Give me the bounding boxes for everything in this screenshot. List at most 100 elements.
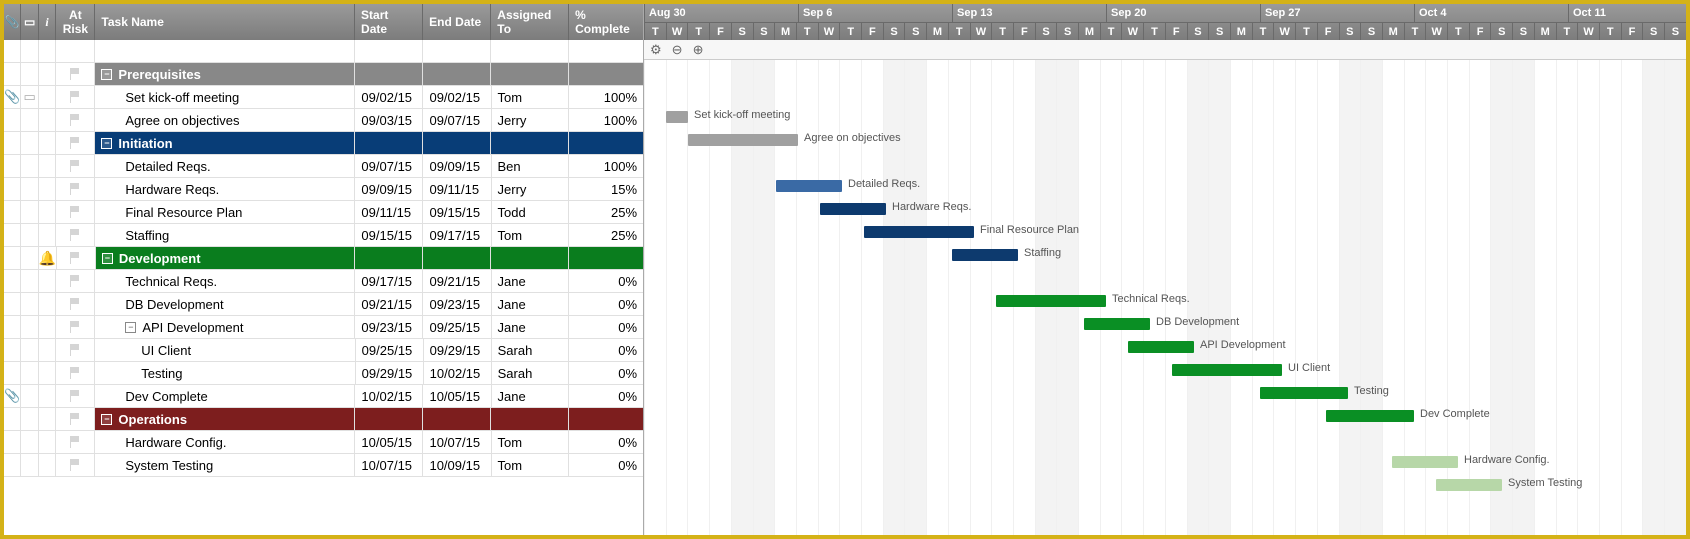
task-name-cell[interactable]: −Operations <box>95 408 355 430</box>
comment-cell[interactable] <box>21 408 38 430</box>
task-name-cell[interactable]: −Development <box>96 247 355 269</box>
assigned-cell[interactable] <box>491 63 569 85</box>
gantt-bar[interactable]: Testing <box>1260 387 1348 399</box>
start-date-cell[interactable]: 09/02/15 <box>355 86 423 108</box>
comment-cell[interactable] <box>21 109 38 131</box>
task-name-cell[interactable]: Agree on objectives <box>95 109 355 131</box>
attach-cell[interactable]: 📎 <box>4 86 21 108</box>
gantt-bar[interactable]: Agree on objectives <box>688 134 798 146</box>
start-date-cell[interactable]: 09/07/15 <box>355 155 423 177</box>
atrisk-cell[interactable] <box>56 293 95 315</box>
info-cell[interactable] <box>39 362 56 384</box>
assigned-cell[interactable]: Jerry <box>492 109 570 131</box>
table-row[interactable]: Testing09/29/1510/02/15Sarah0% <box>4 362 643 385</box>
attach-cell[interactable] <box>4 293 21 315</box>
info-cell[interactable] <box>39 270 56 292</box>
end-date-cell[interactable]: 09/25/15 <box>423 316 491 338</box>
comment-cell[interactable] <box>21 40 38 62</box>
table-row[interactable]: Final Resource Plan09/11/1509/15/15Todd2… <box>4 201 643 224</box>
start-date-cell[interactable]: 09/15/15 <box>355 224 423 246</box>
col-info-icon[interactable]: i <box>39 4 56 40</box>
assigned-cell[interactable] <box>491 40 569 62</box>
table-row[interactable]: Agree on objectives09/03/1509/07/15Jerry… <box>4 109 643 132</box>
task-name-cell[interactable]: Technical Reqs. <box>95 270 355 292</box>
attach-cell[interactable]: 📎 <box>4 385 21 407</box>
comment-cell[interactable] <box>21 270 38 292</box>
atrisk-cell[interactable] <box>56 63 95 85</box>
info-cell[interactable] <box>39 86 56 108</box>
gantt-bar[interactable]: Technical Reqs. <box>996 295 1106 307</box>
table-row[interactable]: System Testing10/07/1510/09/15Tom0% <box>4 454 643 477</box>
col-end-date[interactable]: End Date <box>423 4 491 40</box>
comment-cell[interactable] <box>21 201 38 223</box>
collapse-icon[interactable]: − <box>102 253 113 264</box>
end-date-cell[interactable]: 09/09/15 <box>423 155 491 177</box>
zoom-in-icon[interactable]: ⊕ <box>693 42 704 58</box>
table-row[interactable]: Technical Reqs.09/17/1509/21/15Jane0% <box>4 270 643 293</box>
task-name-cell[interactable]: System Testing <box>95 454 355 476</box>
attach-cell[interactable] <box>4 63 21 85</box>
task-name-cell[interactable]: Final Resource Plan <box>95 201 355 223</box>
end-date-cell[interactable]: 09/29/15 <box>424 339 492 361</box>
comment-cell[interactable]: ▭ <box>21 86 38 108</box>
atrisk-cell[interactable] <box>57 247 96 269</box>
collapse-icon[interactable]: − <box>125 322 136 333</box>
info-cell[interactable]: 🔔 <box>39 247 57 269</box>
col-comment-icon[interactable]: ▭ <box>21 4 38 40</box>
attach-cell[interactable] <box>4 454 21 476</box>
table-row[interactable]: 📎▭Set kick-off meeting09/02/1509/02/15To… <box>4 86 643 109</box>
atrisk-cell[interactable] <box>56 270 95 292</box>
assigned-cell[interactable]: Sarah <box>492 339 570 361</box>
end-date-cell[interactable]: 09/15/15 <box>423 201 491 223</box>
atrisk-cell[interactable] <box>56 454 95 476</box>
col-assigned-to[interactable]: Assigned To <box>491 4 569 40</box>
table-row[interactable]: −API Development09/23/1509/25/15Jane0% <box>4 316 643 339</box>
atrisk-cell[interactable] <box>56 385 95 407</box>
task-name-cell[interactable]: UI Client <box>95 339 355 361</box>
pct-cell[interactable]: 0% <box>569 385 643 407</box>
comment-cell[interactable] <box>21 224 38 246</box>
col-atrisk[interactable]: At Risk <box>56 4 95 40</box>
assigned-cell[interactable]: Todd <box>492 201 570 223</box>
assigned-cell[interactable]: Jane <box>492 316 570 338</box>
atrisk-cell[interactable] <box>56 431 95 453</box>
start-date-cell[interactable]: 09/11/15 <box>355 201 423 223</box>
pct-cell[interactable]: 25% <box>569 224 643 246</box>
gantt-bar[interactable]: API Development <box>1128 341 1194 353</box>
assigned-cell[interactable] <box>491 247 569 269</box>
comment-cell[interactable] <box>21 362 38 384</box>
gantt-bar[interactable]: Detailed Reqs. <box>776 180 842 192</box>
comment-cell[interactable] <box>21 385 38 407</box>
comment-cell[interactable] <box>21 431 38 453</box>
gantt-bar[interactable]: Set kick-off meeting <box>666 111 688 123</box>
assigned-cell[interactable]: Jane <box>492 270 570 292</box>
pct-cell[interactable] <box>569 247 643 269</box>
info-cell[interactable] <box>39 132 56 154</box>
start-date-cell[interactable] <box>355 132 423 154</box>
atrisk-cell[interactable] <box>56 224 95 246</box>
pct-cell[interactable]: 100% <box>569 109 643 131</box>
pct-cell[interactable]: 0% <box>569 316 643 338</box>
pct-cell[interactable] <box>569 40 643 62</box>
collapse-icon[interactable]: − <box>101 69 112 80</box>
info-cell[interactable] <box>39 385 56 407</box>
attach-cell[interactable] <box>4 178 21 200</box>
attach-cell[interactable] <box>4 109 21 131</box>
gantt-bar[interactable]: Hardware Reqs. <box>820 203 886 215</box>
atrisk-cell[interactable] <box>56 362 95 384</box>
gantt-bar[interactable]: UI Client <box>1172 364 1282 376</box>
pct-cell[interactable] <box>569 63 643 85</box>
table-row[interactable]: 📎Dev Complete10/02/1510/05/15Jane0% <box>4 385 643 408</box>
assigned-cell[interactable]: Jerry <box>492 178 570 200</box>
info-cell[interactable] <box>39 155 56 177</box>
task-name-cell[interactable]: −Prerequisites <box>95 63 355 85</box>
task-name-cell[interactable]: Dev Complete <box>95 385 355 407</box>
end-date-cell[interactable]: 09/21/15 <box>423 270 491 292</box>
task-name-cell[interactable]: −Initiation <box>95 132 355 154</box>
info-cell[interactable] <box>39 201 56 223</box>
table-row[interactable]: Staffing09/15/1509/17/15Tom25% <box>4 224 643 247</box>
task-name-cell[interactable]: Hardware Reqs. <box>95 178 355 200</box>
start-date-cell[interactable]: 10/05/15 <box>355 431 423 453</box>
task-name-cell[interactable]: −API Development <box>95 316 355 338</box>
pct-cell[interactable]: 0% <box>569 362 643 384</box>
